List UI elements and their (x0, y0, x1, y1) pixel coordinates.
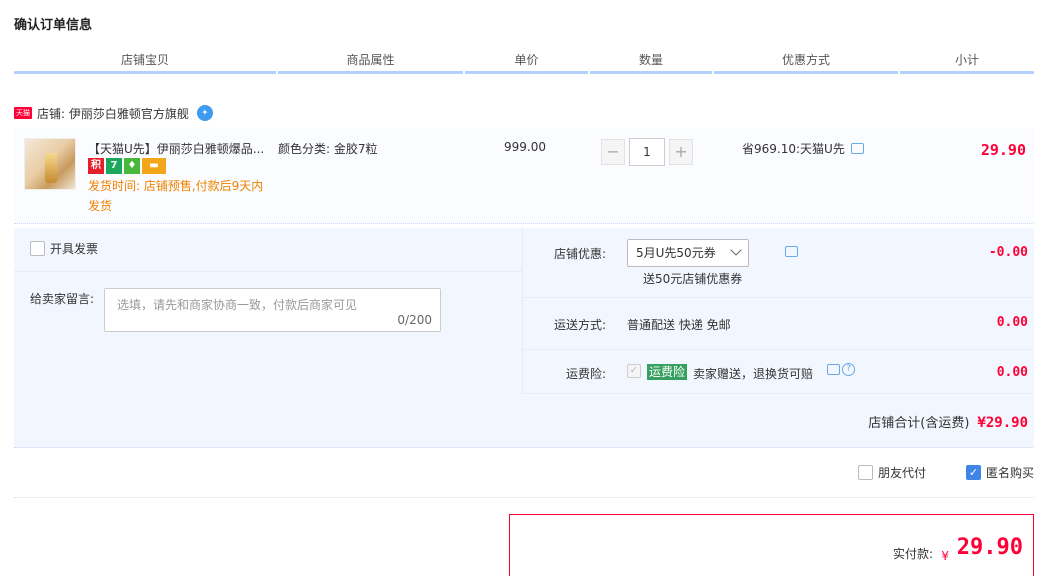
product-attribute: 颜色分类: 金胶7粒 (278, 142, 378, 156)
anonymous-option[interactable]: ✓ 匿名购买 (965, 464, 1034, 481)
seller-message-label: 给卖家留言: (30, 292, 95, 306)
shipping-label: 运送方式: (553, 318, 606, 332)
quantity-input[interactable]: 1 (629, 138, 665, 166)
shop-coupon-amount: -0.00 (988, 245, 1028, 260)
shipping-method: 普通配送 快递 免邮 (627, 318, 731, 332)
shop-coupon-selected: 5月U先50元券 (636, 246, 716, 260)
insurance-amount: 0.00 (996, 365, 1028, 380)
column-discount: 优惠方式 (714, 52, 898, 74)
product-thumbnail[interactable] (24, 138, 76, 190)
chat-icon[interactable]: ✦ (196, 105, 213, 121)
product-title-link[interactable]: 【天猫U先】伊丽莎白雅顿爆品... (88, 140, 274, 157)
shop-name-link[interactable]: 店铺: 伊丽莎白雅顿官方旗舰 (37, 105, 189, 122)
insurance-checkbox[interactable]: ✓ (627, 364, 641, 378)
shop-coupon-note: 送50元店铺优惠券 (643, 272, 743, 286)
payment-summary: 实付款: ¥ 29.90 (509, 514, 1034, 576)
payment-label: 实付款: (892, 547, 933, 561)
insurance-label: 运费险: (565, 367, 606, 381)
shop-total-label: 店铺合计(含运费) (868, 416, 970, 431)
seller-message-placeholder: 选填，请先和商家协商一致，付款后商家可见 (117, 298, 358, 312)
column-unit-price: 单价 (465, 52, 588, 74)
shipping-row: 运送方式: 普通配送 快递 免邮 0.00 (523, 298, 1034, 350)
quantity-decrease-button[interactable]: − (601, 139, 625, 165)
unit-price: 999.00 (504, 140, 546, 154)
column-quantity: 数量 (590, 52, 712, 74)
invoice-checkbox[interactable] (30, 241, 45, 256)
shop-row: 天猫 店铺: 伊丽莎白雅顿官方旗舰 ✦ (14, 104, 213, 122)
insurance-tag: 运费险 (647, 364, 688, 380)
column-subtotal: 小计 (900, 52, 1034, 74)
shipping-amount: 0.00 (996, 315, 1028, 330)
insurance-icons: ? (827, 363, 855, 376)
invoice-label: 开具发票 (50, 242, 99, 256)
guarantee-icon: ♦ (124, 158, 140, 174)
column-attributes: 商品属性 (278, 52, 463, 74)
quantity-stepper: − 1 + (601, 138, 693, 166)
comment-icon[interactable] (827, 364, 840, 375)
insurance-text: 卖家赠送，退换货可赔 (693, 367, 814, 381)
friend-pay-checkbox[interactable] (857, 465, 873, 480)
comment-icon[interactable] (850, 143, 864, 154)
service-badges: 积 7 ♦ ▬ (88, 158, 166, 174)
column-header: 店铺宝贝 商品属性 单价 数量 优惠方式 小计 (14, 52, 1034, 74)
comment-icon[interactable] (785, 246, 798, 257)
seller-message-counter: 0/200 (397, 313, 432, 327)
seven-day-return-icon: 7 (106, 158, 122, 174)
shop-coupon-row: 店铺优惠: 5月U先50元券 送50元店铺优惠券 -0.00 (523, 228, 1034, 298)
column-shop-item: 店铺宝贝 (14, 52, 276, 74)
payment-amount: 29.90 (956, 535, 1023, 560)
section-divider (14, 497, 1034, 498)
order-item-row: 【天猫U先】伊丽莎白雅顿爆品... 积 7 ♦ ▬ 发货时间: 店铺预售,付款后… (14, 128, 1034, 224)
shop-total: 店铺合计(含运费) ¥29.90 (868, 412, 1028, 431)
shop-coupon-select[interactable]: 5月U先50元券 (627, 239, 749, 267)
invoice-option[interactable]: 开具发票 (30, 240, 98, 257)
discount-text: 省969.10:天猫U先 (742, 142, 845, 156)
payment-currency: ¥ (941, 549, 949, 563)
friend-pay-label: 朋友代付 (877, 466, 926, 480)
ship-time-note: 发货时间: 店铺预售,付款后9天内发货 (88, 179, 264, 213)
tmall-icon: 天猫 (14, 107, 32, 119)
seller-message-input[interactable]: 选填，请先和商家协商一致，付款后商家可见 0/200 (104, 288, 441, 332)
item-subtotal: 29.90 (980, 141, 1026, 159)
invoice-section: 开具发票 (14, 228, 522, 272)
anonymous-checkbox[interactable]: ✓ (965, 465, 981, 480)
friend-pay-option[interactable]: 朋友代付 (857, 464, 926, 481)
chevron-down-icon (730, 244, 742, 256)
shipping-insurance-row: 运费险: ✓ 运费险 卖家赠送，退换货可赔 ? 0.00 (523, 350, 1034, 394)
anonymous-label: 匿名购买 (985, 466, 1034, 480)
quantity-increase-button[interactable]: + (669, 139, 693, 165)
discount-info: 省969.10:天猫U先 (742, 140, 864, 157)
order-options-panel: 开具发票 给卖家留言: 选填，请先和商家协商一致，付款后商家可见 0/200 店… (14, 228, 1034, 448)
shop-coupon-label: 店铺优惠: (553, 247, 606, 261)
shop-total-amount: ¥29.90 (977, 415, 1028, 431)
help-icon[interactable]: ? (842, 363, 855, 376)
credit-card-icon: ▬ (142, 158, 166, 174)
points-icon: 积 (88, 158, 104, 174)
page-title: 确认订单信息 (14, 18, 93, 33)
purchase-options: 朋友代付 ✓ 匿名购买 (857, 464, 1034, 481)
